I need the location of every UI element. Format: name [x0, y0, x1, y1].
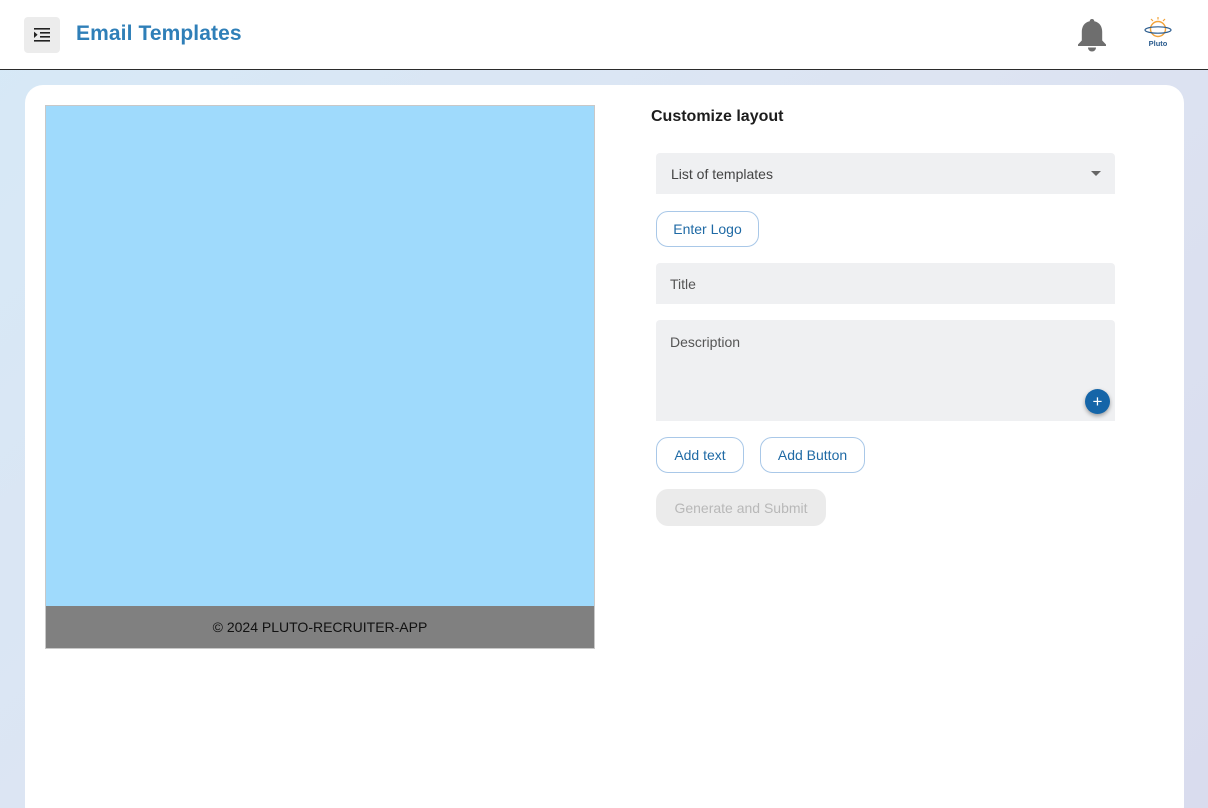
svg-text:Pluto: Pluto [1149, 39, 1168, 48]
add-block-button[interactable]: + [1085, 389, 1110, 414]
template-preview: © 2024 PLUTO-RECRUITER-APP [45, 105, 595, 649]
description-field-placeholder: Description [670, 334, 741, 350]
title-field-placeholder: Title [670, 275, 696, 292]
page-title: Email Templates [76, 22, 242, 45]
generate-submit-button[interactable]: Generate and Submit [656, 489, 826, 526]
template-select[interactable]: List of templates [656, 153, 1115, 194]
menu-indent-icon [34, 28, 50, 42]
plus-icon: + [1092, 392, 1103, 411]
customize-layout-heading: Customize layout [651, 108, 784, 125]
menu-toggle-button[interactable] [24, 17, 60, 53]
enter-logo-button[interactable]: Enter Logo [656, 211, 759, 247]
title-field[interactable]: Title [656, 263, 1115, 304]
add-button-button[interactable]: Add Button [760, 437, 865, 473]
template-select-value: List of templates [671, 165, 773, 182]
add-text-button[interactable]: Add text [656, 437, 744, 473]
pluto-logo: Pluto [1142, 16, 1174, 52]
description-field[interactable]: Description [656, 320, 1115, 421]
top-bar: Email Templates Pluto [0, 0, 1208, 70]
notifications-button[interactable] [1076, 17, 1108, 53]
bell-icon [1078, 19, 1106, 52]
preview-footer: © 2024 PLUTO-RECRUITER-APP [46, 606, 594, 648]
caret-down-icon [1091, 171, 1101, 176]
